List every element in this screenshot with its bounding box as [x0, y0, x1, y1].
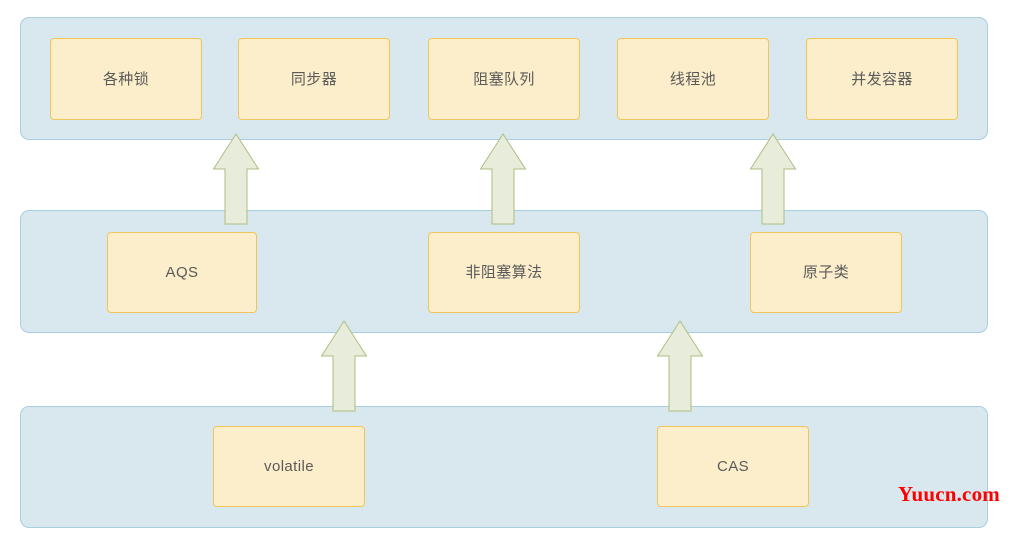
arrow-volatile-to-aqs: [320, 320, 368, 412]
arrow-cas-to-nonblocking: [656, 320, 704, 412]
node-label: 并发容器: [851, 70, 913, 88]
node-label: CAS: [716, 458, 750, 475]
node-label: 线程池: [669, 70, 717, 88]
node-nonblocking-algorithm[interactable]: 非阻塞算法: [428, 232, 580, 313]
node-concurrent-container[interactable]: 并发容器: [806, 38, 958, 120]
arrow-nonblocking-to-top: [479, 133, 527, 225]
node-cas[interactable]: CAS: [657, 426, 809, 507]
node-various-locks[interactable]: 各种锁: [50, 38, 202, 120]
node-aqs[interactable]: AQS: [107, 232, 257, 313]
node-volatile[interactable]: volatile: [213, 426, 365, 507]
arrow-atomic-to-top: [749, 133, 797, 225]
node-label: 阻塞队列: [473, 70, 535, 88]
node-thread-pool[interactable]: 线程池: [617, 38, 769, 120]
layer-panel-bottom: [20, 406, 988, 528]
node-label: AQS: [165, 264, 199, 281]
watermark: Yuucn.com: [898, 482, 1000, 506]
node-label: 原子类: [802, 264, 850, 281]
node-blocking-queue[interactable]: 阻塞队列: [428, 38, 580, 120]
arrow-aqs-to-top: [212, 133, 260, 225]
node-label: 同步器: [290, 70, 338, 88]
node-atomic-classes[interactable]: 原子类: [750, 232, 902, 313]
node-label: 非阻塞算法: [465, 264, 543, 281]
node-label: volatile: [264, 458, 314, 475]
node-label: 各种锁: [102, 70, 150, 88]
diagram-canvas: 各种锁 同步器 阻塞队列 线程池 并发容器 AQS 非阻塞算法 原子类 vola…: [0, 0, 1012, 550]
node-synchronizer[interactable]: 同步器: [238, 38, 390, 120]
